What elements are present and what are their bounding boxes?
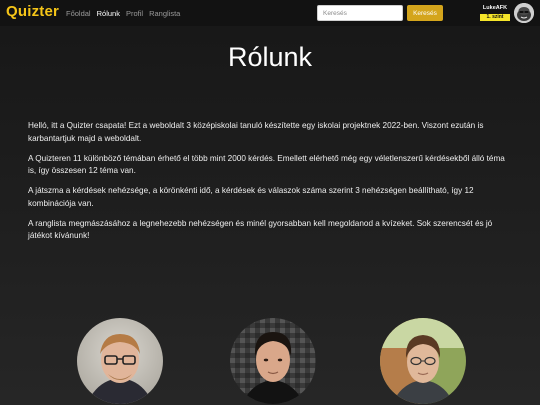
member-3-photo (380, 318, 466, 404)
about-paragraph: A Quizteren 11 különböző témában érhető … (28, 153, 505, 176)
search-input[interactable] (317, 5, 403, 21)
about-paragraph: A ranglista megmászásához a legnehezebb … (28, 218, 493, 241)
nav-link-home[interactable]: Főoldal (66, 9, 91, 18)
member-2-photo (230, 318, 316, 404)
navbar: Quizter Főoldal Rólunk Profil Ranglista … (0, 0, 540, 26)
about-paragraph: Helló, itt a Quizter csapata! Ezt a webo… (28, 121, 484, 143)
search-button[interactable]: Keresés (407, 5, 443, 21)
nav-links: Főoldal Rólunk Profil Ranglista (66, 9, 180, 18)
page-title: Rólunk (227, 42, 313, 72)
nav-link-leaderboard[interactable]: Ranglista (149, 9, 180, 18)
nav-link-profile[interactable]: Profil (126, 9, 143, 18)
username: LukeAFK (482, 5, 508, 11)
team-photos (0, 318, 540, 405)
avatar-image (514, 3, 534, 23)
about-page: Quizter Főoldal Rólunk Profil Ranglista … (0, 0, 540, 405)
brand-logo[interactable]: Quizter (6, 3, 59, 20)
level-badge: 1. szint (480, 14, 510, 21)
avatar[interactable] (514, 3, 534, 23)
about-paragraph: A játszma a kérdések nehézsége, a körönk… (28, 186, 474, 208)
nav-link-about[interactable]: Rólunk (97, 9, 120, 18)
about-text: Helló, itt a Quizter csapata! Ezt a webo… (28, 120, 510, 250)
member-1-photo (77, 318, 163, 404)
user-block[interactable]: LukeAFK 1. szint (480, 4, 510, 22)
